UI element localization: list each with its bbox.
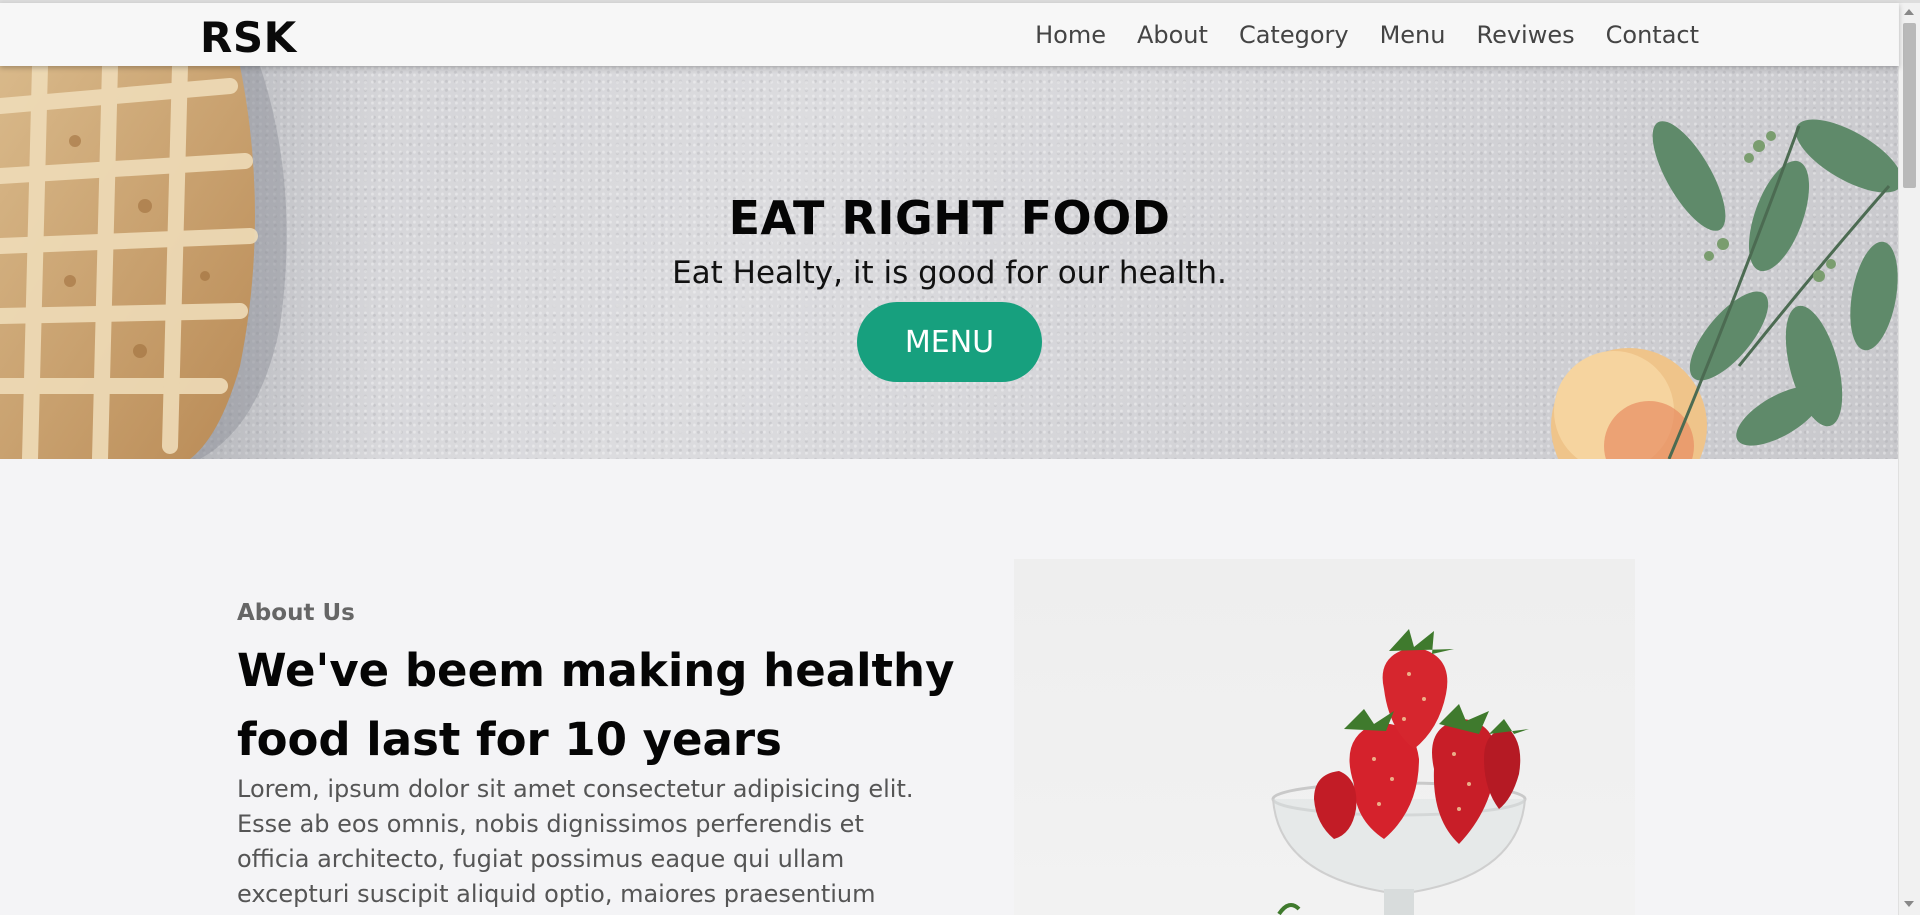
nav-link-home[interactable]: Home [1035,21,1106,49]
about-heading: We've beem making healthy food last for … [237,644,955,766]
strawberries-image [1014,559,1635,915]
nav-link-menu[interactable]: Menu [1380,21,1446,49]
logo[interactable]: RSK [200,13,297,62]
vertical-scrollbar[interactable] [1898,3,1920,915]
nav-links: Home About Category Menu Reviwes Contact [1004,21,1699,49]
hero-title: EAT RIGHT FOOD [728,190,1171,245]
navbar: RSK Home About Category Menu Reviwes Con… [0,3,1899,66]
about-subheading: About Us [237,600,355,626]
scroll-down-arrow-icon[interactable] [1904,901,1914,907]
strawberries-illustration [1271,629,1529,915]
nav-link-about[interactable]: About [1137,21,1208,49]
scroll-up-arrow-icon[interactable] [1904,9,1914,15]
nav-link-reviews[interactable]: Reviwes [1476,21,1574,49]
hero-subtitle: Eat Healty, it is good for our health. [672,255,1227,291]
menu-button[interactable]: MENU [857,302,1042,382]
about-text: Lorem, ipsum dolor sit amet consectetur … [237,775,914,908]
nav-link-contact[interactable]: Contact [1606,21,1699,49]
nav-link-category[interactable]: Category [1239,21,1349,49]
hero-section: EAT RIGHT FOOD Eat Healty, it is good fo… [0,66,1899,459]
scroll-thumb[interactable] [1903,23,1916,188]
